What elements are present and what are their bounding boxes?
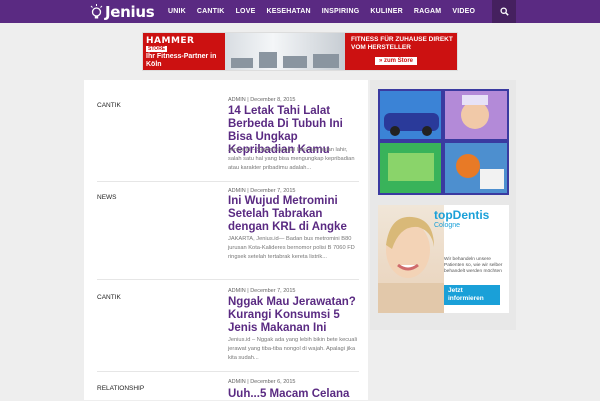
article-excerpt: JAKARTA, Jenius.id— Badan bus metromini … [228, 236, 355, 260]
nav-item-love[interactable]: LOVE [236, 8, 256, 15]
banner-store-tag: STORE [146, 46, 168, 52]
nav-item-kuliner[interactable]: KULINER [370, 8, 403, 15]
lightbulb-icon [90, 4, 103, 19]
dentis-logo: topDentis [434, 208, 490, 222]
dentis-ad[interactable]: topDentis Cologne Wir behandeln unsere P… [378, 205, 509, 313]
search-icon [499, 7, 509, 16]
dentis-text: Wir behandeln unsere Patienten so, wie w… [444, 257, 503, 274]
article-list: CANTIK ADMIN | December 8, 2015 14 Letak… [84, 80, 368, 400]
article-category[interactable]: CANTIK [97, 102, 121, 109]
banner-brand-block: HAMMER STORE Ihr Fitness-Partner in Köln [143, 33, 225, 70]
main-nav: UNIK CANTIK LOVE KESEHATAN INSPIRING KUL… [168, 0, 486, 23]
banner-cta-button[interactable]: » zum Store [375, 57, 418, 65]
divider [97, 181, 359, 182]
article-excerpt: Jenius.id – Seperti tanggal lahir dan bu… [228, 147, 355, 171]
dentis-cta-button[interactable]: Jetzt informieren [444, 285, 500, 305]
dentis-subtitle: Cologne [434, 222, 461, 229]
divider [97, 371, 359, 372]
banner-brand: HAMMER [146, 36, 195, 46]
article-title[interactable]: Ini Wujud Metromini Setelah Tabrakan den… [228, 195, 363, 234]
nav-item-video[interactable]: VIDEO [452, 8, 475, 15]
nav-item-unik[interactable]: UNIK [168, 8, 186, 15]
nav-item-inspiring[interactable]: INSPIRING [322, 8, 360, 15]
article-category[interactable]: RELATIONSHIP [97, 385, 144, 392]
banner-headline: FITNESS FÜR ZUHAUSE DIREKT VOM HERSTELLE… [351, 36, 453, 51]
article-title[interactable]: Uuh...5 Macam Celana [228, 388, 363, 401]
banner-partner-text: Ihr Fitness-Partner in Köln [146, 53, 217, 68]
banner-gym-image [225, 33, 345, 70]
banner-ad[interactable]: HAMMER STORE Ihr Fitness-Partner in Köln… [142, 32, 458, 71]
article-title[interactable]: Nggak Mau Jerawatan? Kurangi Konsumsi 5 … [228, 296, 363, 335]
game-ad[interactable] [378, 89, 509, 195]
article-meta: ADMIN | December 7, 2015 [228, 288, 296, 294]
article-meta: ADMIN | December 7, 2015 [228, 188, 296, 194]
top-navbar: Jenius UNIK CANTIK LOVE KESEHATAN INSPIR… [0, 0, 600, 23]
article-meta: ADMIN | December 8, 2015 [228, 97, 296, 103]
game-ad-image [380, 91, 507, 193]
logo-text: Jenius [105, 2, 155, 21]
nav-item-kesehatan[interactable]: KESEHATAN [266, 8, 310, 15]
site-logo[interactable]: Jenius [90, 2, 155, 21]
nav-item-cantik[interactable]: CANTIK [197, 8, 225, 15]
article-excerpt: Jenius.id – Nggak ada yang lebih bikin b… [228, 337, 358, 361]
nav-item-ragam[interactable]: RAGAM [414, 8, 441, 15]
article-category[interactable]: NEWS [97, 194, 117, 201]
search-button[interactable] [492, 0, 516, 23]
sidebar: topDentis Cologne Wir behandeln unsere P… [370, 80, 516, 330]
divider [97, 279, 359, 280]
article-meta: ADMIN | December 6, 2015 [228, 379, 296, 385]
banner-headline-block: FITNESS FÜR ZUHAUSE DIREKT VOM HERSTELLE… [345, 33, 457, 70]
article-category[interactable]: CANTIK [97, 294, 121, 301]
